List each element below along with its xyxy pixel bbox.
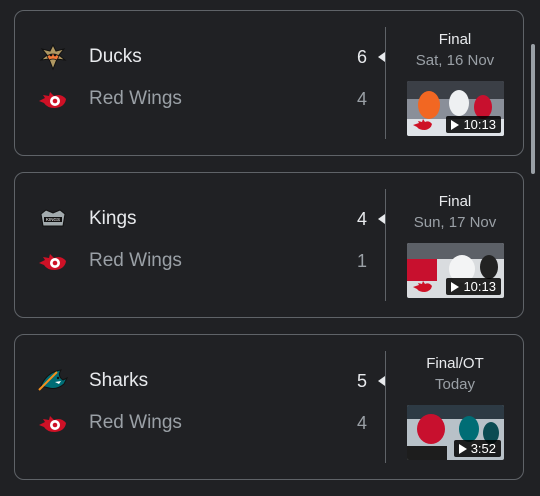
video-duration: 3:52 — [470, 441, 496, 456]
play-icon — [458, 443, 467, 454]
game-date: Sat, 16 Nov — [415, 52, 495, 69]
video-duration-badge: 10:13 — [446, 278, 501, 295]
team-row-winner: KINGS Kings 4 — [15, 201, 387, 237]
ducks-logo-icon — [37, 41, 69, 73]
game-date: Today — [434, 376, 476, 393]
play-icon — [451, 281, 460, 292]
svg-text:KINGS: KINGS — [46, 217, 60, 222]
team-name: Sharks — [89, 370, 149, 391]
game-card-ducks[interactable]: Ducks 6 Red Wings 4 Final Sat, 16 Nov 10… — [14, 10, 524, 156]
team-row-winner: Sharks 5 — [15, 363, 387, 399]
divider — [385, 189, 386, 301]
team-score: 1 — [356, 250, 367, 271]
highlight-video-thumbnail[interactable]: 10:13 — [407, 81, 504, 136]
play-icon — [451, 119, 460, 130]
video-duration: 10:13 — [463, 117, 496, 132]
video-duration-badge: 10:13 — [446, 116, 501, 133]
sharks-logo-icon — [37, 365, 69, 397]
video-duration-badge: 3:52 — [453, 440, 501, 457]
winner-arrow-icon — [378, 214, 385, 224]
game-card-kings[interactable]: KINGS Kings 4 Red Wings 1 Final Sun, 17 … — [14, 172, 524, 318]
game-status: Final — [438, 31, 472, 48]
game-card-sharks[interactable]: Sharks 5 Red Wings 4 Final/OT Today 3:52 — [14, 334, 524, 480]
red-wings-logo-icon — [37, 245, 69, 277]
team-name: Red Wings — [89, 88, 182, 109]
highlight-video-thumbnail[interactable]: 3:52 — [407, 405, 504, 460]
team-score: 4 — [356, 88, 367, 109]
team-name: Red Wings — [89, 250, 182, 271]
team-score: 6 — [356, 46, 367, 67]
team-row-loser: Red Wings 1 — [15, 243, 387, 279]
team-row-loser: Red Wings 4 — [15, 405, 387, 441]
scrollbar[interactable] — [531, 44, 535, 174]
team-row-loser: Red Wings 4 — [15, 81, 387, 117]
game-status: Final — [438, 193, 472, 210]
winner-arrow-icon — [378, 376, 385, 386]
red-wings-logo-icon — [37, 407, 69, 439]
team-row-winner: Ducks 6 — [15, 39, 387, 75]
game-status: Final/OT — [426, 355, 484, 372]
team-score: 4 — [356, 412, 367, 433]
winner-arrow-icon — [378, 52, 385, 62]
video-duration: 10:13 — [463, 279, 496, 294]
highlight-video-thumbnail[interactable]: 10:13 — [407, 243, 504, 298]
game-date: Sun, 17 Nov — [413, 214, 497, 231]
team-score: 5 — [356, 370, 367, 391]
team-name: Red Wings — [89, 412, 182, 433]
team-score: 4 — [356, 208, 367, 229]
team-name: Ducks — [89, 46, 142, 67]
divider — [385, 27, 386, 139]
red-wings-logo-icon — [37, 83, 69, 115]
divider — [385, 351, 386, 463]
kings-logo-icon: KINGS — [37, 203, 69, 235]
team-name: Kings — [89, 208, 137, 229]
